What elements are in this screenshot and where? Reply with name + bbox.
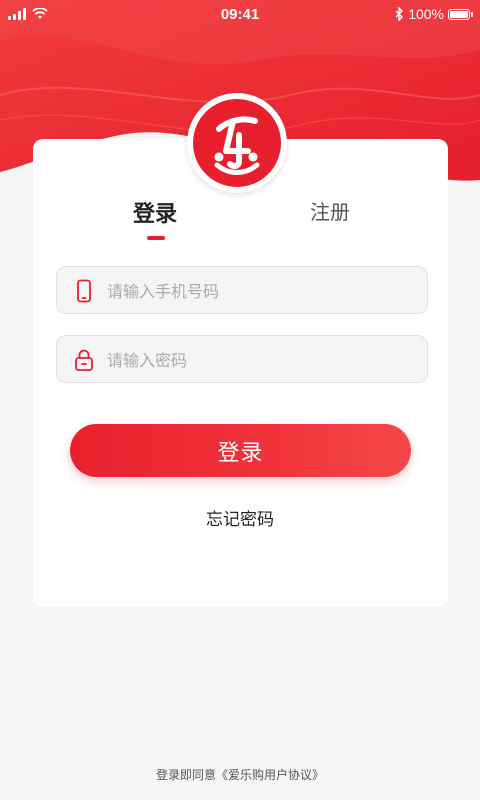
tab-register[interactable]: 注册 bbox=[285, 196, 375, 225]
phone-field[interactable] bbox=[56, 266, 428, 315]
status-right: 100% bbox=[395, 6, 473, 22]
active-tab-indicator bbox=[147, 236, 165, 240]
battery-icon bbox=[448, 8, 473, 20]
password-field[interactable] bbox=[56, 335, 428, 384]
phone-input[interactable] bbox=[105, 267, 409, 315]
tab-login[interactable]: 登录 bbox=[110, 196, 200, 228]
status-bar: 09:41 100% bbox=[0, 0, 480, 32]
password-input[interactable] bbox=[105, 336, 409, 384]
battery-percentage: 100% bbox=[408, 6, 444, 22]
login-button[interactable]: 登录 bbox=[70, 424, 411, 477]
bluetooth-icon bbox=[395, 7, 404, 21]
forgot-password-link[interactable]: 忘记密码 bbox=[0, 505, 480, 530]
app-logo bbox=[187, 93, 287, 193]
user-agreement-link[interactable]: 登录即同意《爱乐购用户协议》 bbox=[0, 766, 480, 783]
battery-level bbox=[450, 10, 468, 18]
logo-mark-icon bbox=[214, 116, 260, 175]
phone-icon bbox=[77, 279, 91, 303]
logo-badge bbox=[193, 99, 281, 187]
lock-icon bbox=[75, 349, 93, 371]
